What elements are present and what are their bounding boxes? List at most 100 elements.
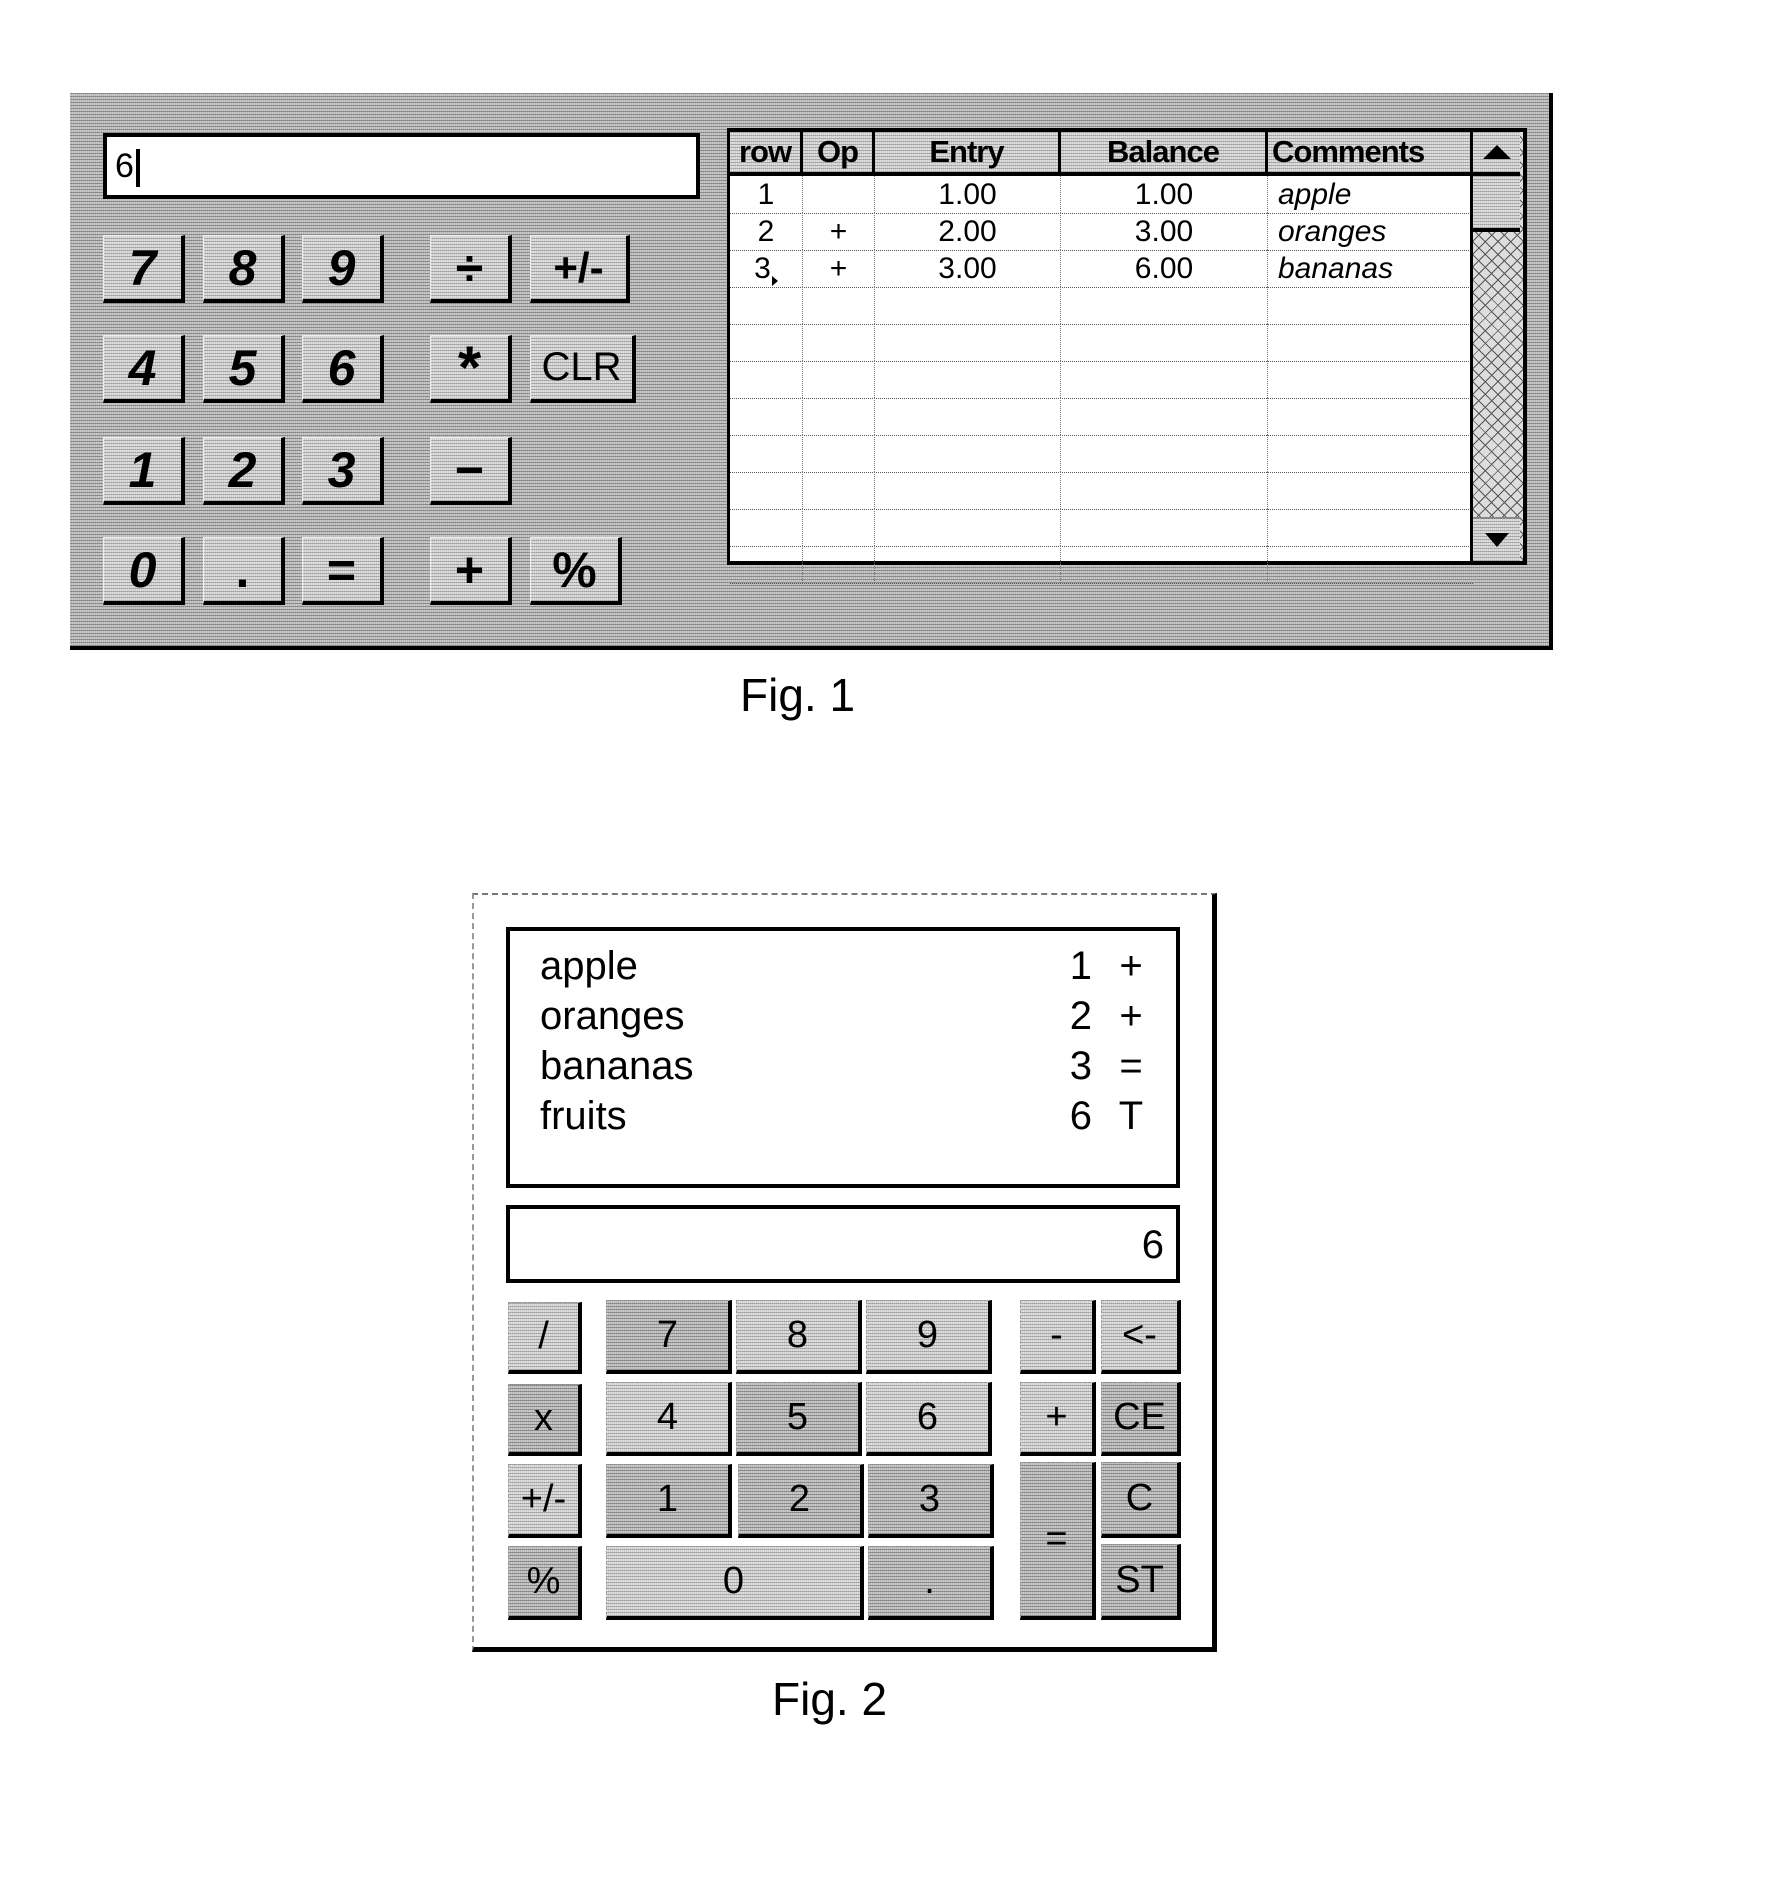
empty-table-row[interactable]	[730, 546, 1473, 584]
scroll-down-button[interactable]	[1473, 517, 1520, 561]
cell-balance[interactable]	[1061, 472, 1268, 509]
cell-balance[interactable]: 3.00	[1061, 213, 1268, 250]
cell-row[interactable]	[730, 324, 803, 361]
key-divide[interactable]: /	[508, 1302, 582, 1374]
cell-row[interactable]: 3	[730, 250, 803, 287]
key-6[interactable]: 6	[302, 335, 384, 403]
key-0[interactable]: 0	[103, 537, 185, 605]
key-multiply[interactable]: x	[508, 1384, 582, 1456]
key-multiply[interactable]: *	[430, 334, 512, 403]
cell-op[interactable]	[803, 509, 875, 546]
column-header-op[interactable]: Op	[803, 132, 875, 172]
empty-table-row[interactable]	[730, 324, 1473, 362]
cell-balance[interactable]	[1061, 324, 1268, 361]
cell-row[interactable]	[730, 435, 803, 472]
cell-entry[interactable]	[875, 361, 1061, 398]
column-header-comments[interactable]: Comments	[1268, 132, 1473, 172]
key-plus[interactable]: +	[1020, 1382, 1096, 1456]
column-header-row[interactable]: row	[730, 132, 803, 172]
key-8[interactable]: 8	[736, 1300, 862, 1374]
empty-table-row[interactable]	[730, 398, 1473, 436]
scroll-up-button[interactable]	[1473, 132, 1520, 176]
column-header-balance[interactable]: Balance	[1061, 132, 1268, 172]
cell-op[interactable]	[803, 398, 875, 435]
cell-op[interactable]	[803, 287, 875, 324]
key-minus[interactable]: −	[430, 437, 512, 505]
key-9[interactable]: 9	[302, 235, 384, 303]
key-clear[interactable]: C	[1101, 1462, 1181, 1538]
scroll-thumb[interactable]	[1473, 176, 1520, 232]
table-row[interactable]: 1 1.00 1.00 apple	[730, 176, 1473, 214]
cell-balance[interactable]: 6.00	[1061, 250, 1268, 287]
cell-comments[interactable]	[1268, 435, 1473, 472]
cell-op[interactable]: +	[803, 213, 875, 250]
vertical-scrollbar[interactable]	[1470, 132, 1523, 561]
calculator-entry-input[interactable]: 6	[103, 133, 700, 199]
cell-entry[interactable]	[875, 435, 1061, 472]
key-equals[interactable]: =	[302, 537, 384, 605]
empty-table-row[interactable]	[730, 361, 1473, 399]
cell-balance[interactable]	[1061, 398, 1268, 435]
cell-op[interactable]	[803, 176, 875, 213]
tape-line[interactable]: oranges 2 +	[540, 991, 1156, 1041]
cell-comments[interactable]	[1268, 361, 1473, 398]
key-4[interactable]: 4	[103, 335, 185, 403]
key-plus-minus[interactable]: +/-	[508, 1464, 582, 1538]
cell-op[interactable]: +	[803, 250, 875, 287]
cell-comments[interactable]	[1268, 509, 1473, 546]
key-1[interactable]: 1	[606, 1464, 732, 1538]
cell-row[interactable]	[730, 472, 803, 509]
cell-entry[interactable]: 2.00	[875, 213, 1061, 250]
key-plus-minus[interactable]: +/-	[530, 235, 630, 303]
cell-row[interactable]: 2	[730, 213, 803, 250]
cell-balance[interactable]	[1061, 287, 1268, 324]
key-divide[interactable]: ÷	[430, 235, 512, 303]
key-plus[interactable]: +	[430, 537, 512, 605]
cell-row[interactable]	[730, 361, 803, 398]
cell-op[interactable]	[803, 324, 875, 361]
cell-balance[interactable]	[1061, 546, 1268, 583]
cell-balance[interactable]	[1061, 435, 1268, 472]
key-0[interactable]: 0	[606, 1546, 864, 1620]
cell-comments[interactable]	[1268, 472, 1473, 509]
tape-line[interactable]: fruits 6 T	[540, 1091, 1156, 1141]
key-backspace[interactable]: <-	[1101, 1300, 1181, 1374]
cell-entry[interactable]	[875, 287, 1061, 324]
key-5[interactable]: 5	[736, 1382, 862, 1456]
cell-op[interactable]	[803, 546, 875, 583]
key-5[interactable]: 5	[203, 335, 285, 403]
key-8[interactable]: 8	[203, 235, 285, 303]
cell-row[interactable]: 1	[730, 176, 803, 213]
cell-comments[interactable]: bananas	[1268, 250, 1473, 287]
tape-line[interactable]: bananas 3 =	[540, 1041, 1156, 1091]
tape-line[interactable]: apple 1 +	[540, 941, 1156, 991]
cell-row[interactable]	[730, 546, 803, 583]
cell-balance[interactable]: 1.00	[1061, 176, 1268, 213]
cell-comments[interactable]	[1268, 546, 1473, 583]
cell-op[interactable]	[803, 435, 875, 472]
cell-comments[interactable]: apple	[1268, 176, 1473, 213]
cell-comments[interactable]	[1268, 287, 1473, 324]
key-3[interactable]: 3	[302, 437, 384, 505]
cell-entry[interactable]: 1.00	[875, 176, 1061, 213]
empty-table-row[interactable]	[730, 435, 1473, 473]
key-1[interactable]: 1	[103, 437, 185, 505]
key-clear-entry[interactable]: CE	[1101, 1382, 1181, 1456]
key-9[interactable]: 9	[866, 1300, 992, 1374]
key-decimal[interactable]: .	[203, 537, 285, 605]
cell-balance[interactable]	[1061, 509, 1268, 546]
cell-entry[interactable]	[875, 509, 1061, 546]
cell-entry[interactable]	[875, 398, 1061, 435]
cell-op[interactable]	[803, 361, 875, 398]
key-clear[interactable]: CLR	[530, 335, 636, 403]
key-equals[interactable]: =	[1020, 1462, 1096, 1620]
cell-balance[interactable]	[1061, 361, 1268, 398]
cell-comments[interactable]: oranges	[1268, 213, 1473, 250]
key-7[interactable]: 7	[606, 1300, 732, 1374]
cell-entry[interactable]	[875, 472, 1061, 509]
key-minus[interactable]: -	[1020, 1300, 1096, 1374]
cell-comments[interactable]	[1268, 398, 1473, 435]
table-row[interactable]: 3 +3.00 6.00 bananas	[730, 250, 1473, 288]
cell-entry[interactable]	[875, 324, 1061, 361]
key-3[interactable]: 3	[868, 1464, 994, 1538]
